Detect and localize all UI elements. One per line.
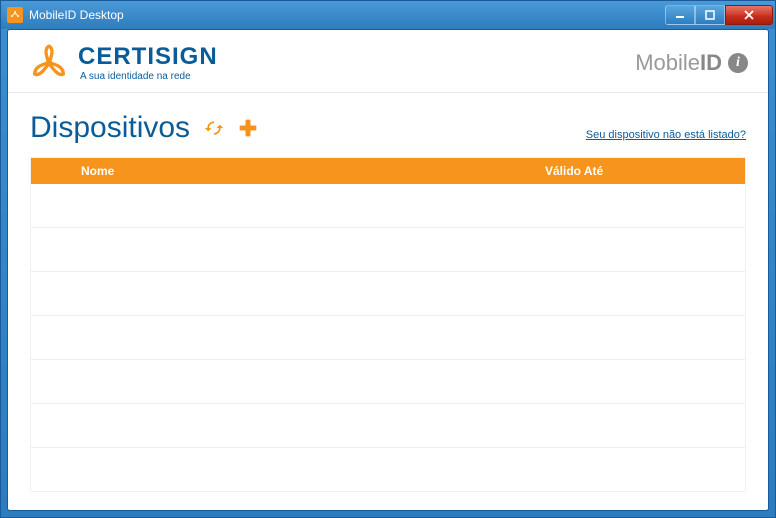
table-row[interactable] (31, 448, 745, 491)
table-row[interactable] (31, 184, 745, 228)
logo-tagline: A sua identidade na rede (80, 71, 218, 82)
table-row[interactable] (31, 272, 745, 316)
table-header: Nome Válido Até (31, 158, 745, 184)
maximize-button[interactable] (695, 5, 725, 25)
add-icon[interactable] (238, 118, 258, 138)
table-row[interactable] (31, 316, 745, 360)
app-icon (7, 7, 23, 23)
logo-name: CERTISIGN (78, 45, 218, 69)
content-area: CERTISIGN A sua identidade na rede Mobil… (7, 29, 769, 511)
page-body: Dispositivos Seu dispositiv (8, 93, 768, 510)
certisign-logo-icon (28, 42, 70, 84)
device-not-listed-link[interactable]: Seu dispositivo não está listado? (586, 129, 746, 145)
table-row[interactable] (31, 404, 745, 448)
minimize-button[interactable] (665, 5, 695, 25)
app-window: MobileID Desktop (0, 0, 776, 518)
table-row[interactable] (31, 360, 745, 404)
table-body (31, 184, 745, 491)
column-name-header: Nome (31, 164, 545, 178)
column-valid-until-header: Válido Até (545, 164, 745, 178)
brand-id-text: ID (700, 50, 722, 75)
refresh-icon[interactable] (204, 118, 224, 138)
page-title: Dispositivos (30, 111, 190, 145)
window-title: MobileID Desktop (29, 8, 665, 22)
app-header: CERTISIGN A sua identidade na rede Mobil… (8, 30, 768, 93)
window-controls (665, 5, 773, 25)
titlebar[interactable]: MobileID Desktop (1, 1, 775, 29)
info-icon[interactable]: i (728, 53, 748, 73)
devices-table: Nome Válido Até (30, 157, 746, 492)
close-button[interactable] (725, 5, 773, 25)
brand-label: MobileID i (635, 50, 748, 76)
page-title-row: Dispositivos Seu dispositiv (30, 111, 746, 145)
brand-mobile-text: Mobile (635, 50, 700, 75)
table-row[interactable] (31, 228, 745, 272)
logo: CERTISIGN A sua identidade na rede (28, 42, 218, 84)
